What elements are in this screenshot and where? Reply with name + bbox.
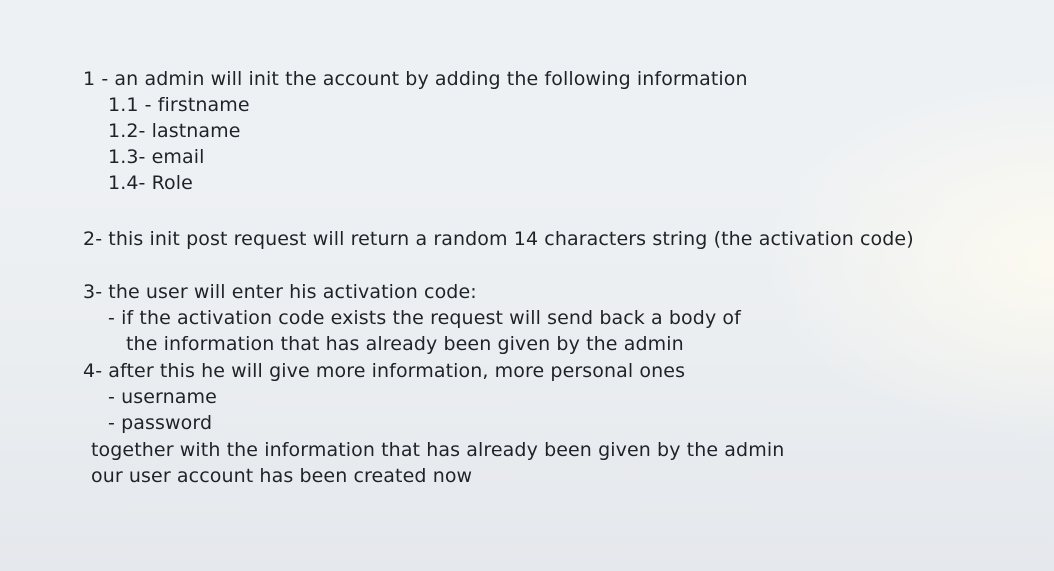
note-line-step-1-3: 1.3- email [108,146,205,168]
note-line-step-1-4: 1.4- Role [108,172,193,194]
note-line-step-3-continued: the information that has already been gi… [126,333,684,355]
note-line-account-created: our user account has been created now [91,465,473,487]
note-line-step-4-username: - username [108,386,217,408]
note-line-step-3: 3- the user will enter his activation co… [83,281,477,303]
note-line-step-1-1: 1.1 - firstname [108,94,250,116]
note-line-step-2: 2- this init post request will return a … [83,228,914,250]
note-line-step-3-condition: - if the activation code exists the requ… [108,307,741,329]
note-line-step-4: 4- after this he will give more informat… [83,360,686,382]
note-line-step-1: 1 - an admin will init the account by ad… [83,68,748,90]
note-line-together: together with the information that has a… [91,439,785,461]
whiteboard-canvas: 1 - an admin will init the account by ad… [0,0,1054,571]
note-line-step-4-password: - password [108,412,213,434]
note-line-step-1-2: 1.2- lastname [108,120,241,142]
